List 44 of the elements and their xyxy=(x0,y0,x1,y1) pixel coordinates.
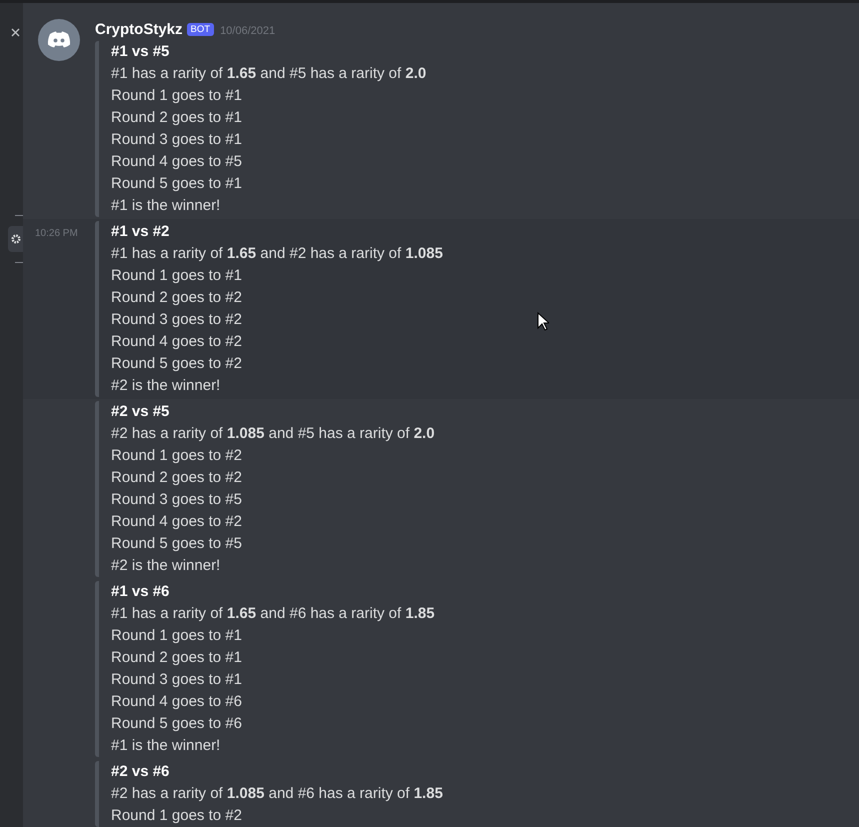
embed-line: #2 is the winner! xyxy=(111,556,220,576)
embed-line: Round 1 goes to #1 xyxy=(111,266,242,286)
embed-line: Round 4 goes to #5 xyxy=(111,152,242,172)
avatar-icon[interactable] xyxy=(38,19,80,61)
embed-line: Round 4 goes to #2 xyxy=(111,512,242,532)
embed-line: #1 has a rarity of 1.65 and #5 has a rarity of 2.0 xyxy=(111,64,426,84)
embed-line: Round 3 goes to #2 xyxy=(111,310,242,330)
embed-line: Round 5 goes to #6 xyxy=(111,714,242,734)
embed-line: Round 2 goes to #2 xyxy=(111,468,242,488)
message-timestamp: 10/06/2021 xyxy=(220,25,276,37)
embed-line: #1 is the winner! xyxy=(111,196,220,216)
embed-line: Round 1 goes to #1 xyxy=(111,86,242,106)
embed-title: #1 vs #2 xyxy=(111,222,170,242)
embed-line: Round 1 goes to #2 xyxy=(111,446,242,466)
embed-line: Round 2 goes to #2 xyxy=(111,288,242,308)
settings-button[interactable] xyxy=(8,226,23,252)
embed-line: #2 is the winner! xyxy=(111,376,220,396)
message-time: 10:26 PM xyxy=(35,227,78,241)
embed-line: Round 1 goes to #2 xyxy=(111,806,242,826)
embed-line: #1 has a rarity of 1.65 and #6 has a rarity of 1.85 xyxy=(111,604,435,624)
embed-line: Round 3 goes to #1 xyxy=(111,670,242,690)
embed-line: Round 4 goes to #6 xyxy=(111,692,242,712)
embed-title: #1 vs #6 xyxy=(111,582,170,602)
embed-line: Round 1 goes to #1 xyxy=(111,626,242,646)
embed-line: #1 is the winner! xyxy=(111,736,220,756)
embed-line: Round 4 goes to #2 xyxy=(111,332,242,352)
close-icon xyxy=(11,28,20,36)
embed-line: #1 has a rarity of 1.65 and #2 has a rarity of 1.085 xyxy=(111,244,443,264)
embed-line: Round 2 goes to #1 xyxy=(111,108,242,128)
embed-title: #2 vs #6 xyxy=(111,762,170,782)
embed-line: Round 5 goes to #1 xyxy=(111,174,242,194)
embed-line: #2 has a rarity of 1.085 and #6 has a rarity of 1.85 xyxy=(111,784,443,804)
embed-line: Round 3 goes to #1 xyxy=(111,130,242,150)
embed-line: Round 5 goes to #5 xyxy=(111,534,242,554)
embed-title: #1 vs #5 xyxy=(111,42,170,62)
embed-line: Round 3 goes to #5 xyxy=(111,490,242,510)
bot-tag: BOT xyxy=(186,23,214,36)
embed-line: #2 has a rarity of 1.085 and #5 has a rarity of 2.0 xyxy=(111,424,435,444)
cursor-icon xyxy=(537,312,549,331)
gear-icon xyxy=(10,234,20,244)
embed-title: #2 vs #5 xyxy=(111,402,170,422)
embed-line: Round 5 goes to #2 xyxy=(111,354,242,374)
author-name[interactable]: CryptoStykz xyxy=(95,21,183,38)
embed-line: Round 2 goes to #1 xyxy=(111,648,242,668)
